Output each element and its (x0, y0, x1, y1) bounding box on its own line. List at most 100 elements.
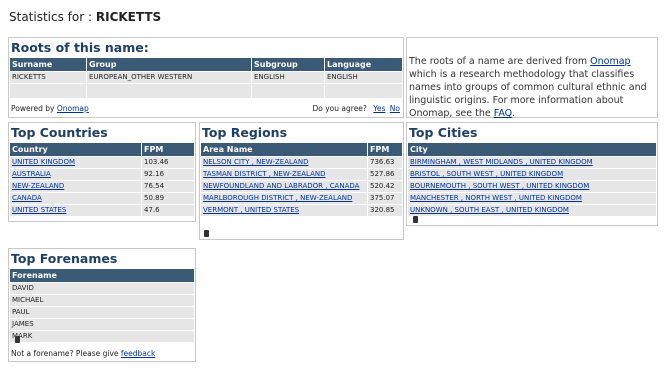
cities-panel: Top Cities City BIRMINGHAM , WEST MIDLAN… (406, 122, 658, 226)
no-link[interactable]: No (390, 104, 400, 113)
empty-cell (86, 83, 252, 99)
countries-title: Top Countries (11, 125, 108, 140)
map-pin-icon[interactable] (15, 336, 20, 343)
info-text-2: which is a research methodology that cla… (409, 69, 647, 119)
countries-table: Country FPM UNITED KINGDOM 103.46 AUSTRAL… (9, 142, 195, 217)
table-row: BIRMINGHAM , WEST MIDLANDS , UNITED KING… (407, 156, 657, 169)
table-row: CANADA 50.89 (9, 192, 195, 205)
feedback-prefix: Not a forename? Please give (11, 349, 119, 358)
forenames-panel: Top Forenames Forename DAVID MICHAEL PAU… (8, 248, 196, 362)
agree-area: Do you agree? Yes No (313, 104, 401, 113)
feedback-line: Not a forename? Please give feedback (11, 349, 155, 358)
countries-panel: Top Countries Country FPM UNITED KINGDOM… (8, 122, 196, 222)
region-link[interactable]: NEWFOUNDLAND AND LABRADOR , CANADA (203, 182, 359, 190)
table-row: MARLBOROUGH DISTRICT , NEW-ZEALAND 375.07 (200, 192, 403, 205)
fpm-value: 76.54 (141, 180, 195, 193)
table-row: UNITED KINGDOM 103.46 (9, 156, 195, 169)
city-link[interactable]: BOURNEMOUTH , SOUTH WEST , UNITED KINGDO… (410, 182, 589, 190)
regions-title: Top Regions (202, 125, 288, 140)
table-row: TASMAN DISTRICT , NEW-ZEALAND 527.86 (200, 168, 403, 181)
table-row: UNITED STATES 47.6 (9, 204, 195, 217)
yes-link[interactable]: Yes (373, 104, 385, 113)
faq-link[interactable]: FAQ (494, 108, 512, 119)
forename-value: PAUL (9, 306, 195, 319)
forenames-table: Forename DAVID MICHAEL PAUL JAMES MARK (9, 268, 195, 343)
city-link[interactable]: BIRMINGHAM , WEST MIDLANDS , UNITED KING… (410, 158, 593, 166)
table-row: MARK (9, 330, 195, 343)
table-row: DAVID (9, 282, 195, 295)
info-panel: The roots of a name are derived from Ono… (406, 37, 658, 120)
col-fpm: FPM (141, 142, 195, 157)
table-row: VERMONT , UNITED STATES 320.85 (200, 204, 403, 217)
col-country: Country (9, 142, 142, 157)
forename-value: DAVID (9, 282, 195, 295)
country-link[interactable]: UNITED KINGDOM (12, 158, 75, 166)
roots-table: Surname Group Subgroup Language RICKETTS… (9, 57, 403, 99)
col-language: Language (324, 57, 403, 72)
cities-table: City BIRMINGHAM , WEST MIDLANDS , UNITED… (407, 142, 657, 217)
country-link[interactable]: CANADA (12, 194, 42, 202)
cell-language: ENGLISH (324, 71, 403, 84)
info-text: The roots of a name are derived from Ono… (409, 55, 657, 120)
table-row: AUSTRALIA 92.16 (9, 168, 195, 181)
map-pin-icon[interactable] (204, 230, 209, 237)
regions-header-row: Area Name FPM (200, 142, 403, 157)
fpm-value: 320.85 (367, 204, 403, 217)
forename-value: MARK (9, 330, 195, 343)
info-text-1: The roots of a name are derived from (409, 56, 588, 67)
cities-header-row: City (407, 142, 657, 157)
onomap-link[interactable]: Onomap (57, 104, 89, 113)
col-group: Group (86, 57, 252, 72)
cell-surname: RICKETTS (9, 71, 87, 84)
forename-value: MICHAEL (9, 294, 195, 307)
feedback-link[interactable]: feedback (121, 349, 155, 358)
title-prefix: Statistics for : (9, 10, 93, 24)
regions-panel: Top Regions Area Name FPM NELSON CITY , … (199, 122, 404, 240)
region-link[interactable]: MARLBOROUGH DISTRICT , NEW-ZEALAND (203, 194, 352, 202)
table-row: NELSON CITY , NEW-ZEALAND 736.63 (200, 156, 403, 169)
col-forename: Forename (9, 268, 195, 283)
onomap-info-link[interactable]: Onomap (590, 56, 630, 67)
city-link[interactable]: BRISTOL , SOUTH WEST , UNITED KINGDOM (410, 170, 563, 178)
table-row: BOURNEMOUTH , SOUTH WEST , UNITED KINGDO… (407, 180, 657, 193)
info-text-3: . (512, 108, 516, 119)
fpm-value: 47.6 (141, 204, 195, 217)
table-row: RICKETTS EUROPEAN_OTHER WESTERN ENGLISH … (9, 71, 403, 84)
agree-prompt: Do you agree? (312, 104, 367, 113)
table-row: MICHAEL (9, 294, 195, 307)
powered-by: Powered by Onomap (11, 104, 89, 113)
forenames-header-row: Forename (9, 268, 195, 283)
region-link[interactable]: NELSON CITY , NEW-ZEALAND (203, 158, 308, 166)
table-row-empty (9, 83, 403, 99)
fpm-value: 50.89 (141, 192, 195, 205)
table-row: NEW-ZEALAND 76.54 (9, 180, 195, 193)
table-row: NEWFOUNDLAND AND LABRADOR , CANADA 520.42 (200, 180, 403, 193)
forename-value: JAMES (9, 318, 195, 331)
col-surname: Surname (9, 57, 87, 72)
roots-header-row: Surname Group Subgroup Language (9, 57, 403, 72)
country-link[interactable]: NEW-ZEALAND (12, 182, 64, 190)
city-link[interactable]: MANCHESTER , NORTH WEST , UNITED KINGDOM (410, 194, 582, 202)
city-link[interactable]: UNKNOWN , SOUTH EAST , UNITED KINGDOM (410, 206, 569, 214)
roots-panel: Roots of this name: Surname Group Subgro… (8, 37, 404, 118)
fpm-value: 375.07 (367, 192, 403, 205)
col-subgroup: Subgroup (251, 57, 325, 72)
col-area-name: Area Name (200, 142, 368, 157)
cell-group: EUROPEAN_OTHER WESTERN (86, 71, 252, 84)
country-link[interactable]: AUSTRALIA (12, 170, 51, 178)
countries-header-row: Country FPM (9, 142, 195, 157)
col-city: City (407, 142, 657, 157)
table-row: JAMES (9, 318, 195, 331)
country-link[interactable]: UNITED STATES (12, 206, 66, 214)
map-pin-icon[interactable] (413, 216, 418, 223)
empty-cell (251, 83, 325, 99)
region-link[interactable]: TASMAN DISTRICT , NEW-ZEALAND (203, 170, 326, 178)
regions-table: Area Name FPM NELSON CITY , NEW-ZEALAND 7… (200, 142, 403, 217)
region-link[interactable]: VERMONT , UNITED STATES (203, 206, 299, 214)
fpm-value: 92.16 (141, 168, 195, 181)
fpm-value: 527.86 (367, 168, 403, 181)
empty-cell (324, 83, 403, 99)
powered-prefix: Powered by (11, 104, 55, 113)
table-row: UNKNOWN , SOUTH EAST , UNITED KINGDOM (407, 204, 657, 217)
fpm-value: 103.46 (141, 156, 195, 169)
